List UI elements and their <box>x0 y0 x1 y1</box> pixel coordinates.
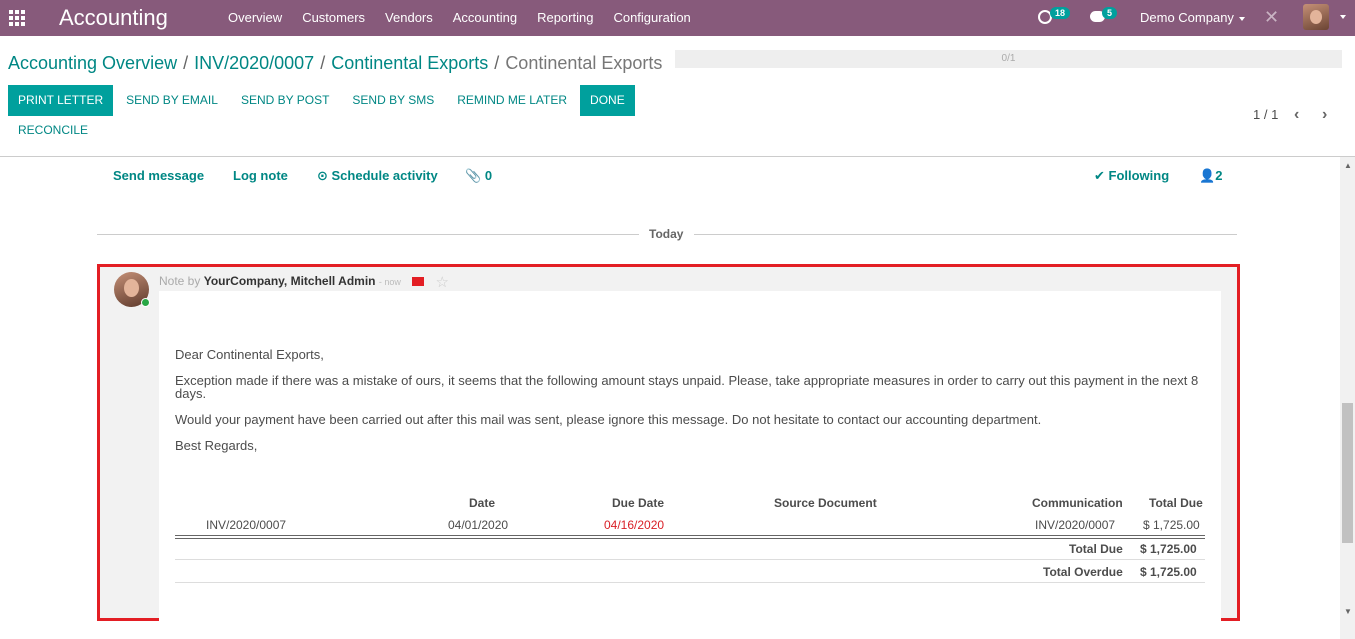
header-total-due: Total Due <box>1149 496 1203 510</box>
attachments-button[interactable]: 📎 0 <box>465 168 492 184</box>
activity-count-badge: 18 <box>1050 7 1071 19</box>
message-header: Note by YourCompany, Mitchell Admin - no… <box>159 273 449 291</box>
scroll-down-icon[interactable]: ▼ <box>1344 607 1352 616</box>
control-panel: Accounting Overview / INV/2020/0007/Contin… <box>0 36 1355 157</box>
cell-total-due: $ 1,725.00 <box>1143 518 1200 532</box>
paperclip-icon: 📎 <box>465 168 482 183</box>
message-body: Dear Continental Exports, Exception made… <box>159 291 1221 621</box>
chatter-topbar: Send message Log note ⊙ Schedule activit… <box>0 157 1340 195</box>
schedule-activity-button[interactable]: ⊙ Schedule activity <box>317 168 438 184</box>
breadcrumb: Accounting Overview / INV/2020/0007/Contin… <box>8 53 662 74</box>
send-by-email-button[interactable]: SEND BY EMAIL <box>116 85 228 116</box>
body-paragraph-2: Would your payment have been carried out… <box>175 412 1042 427</box>
company-name: Demo Company <box>1140 10 1234 25</box>
send-by-post-button[interactable]: SEND BY POST <box>231 85 339 116</box>
table-double-rule <box>175 535 1205 539</box>
date-separator-label: Today <box>649 227 684 241</box>
remind-me-later-button[interactable]: REMIND ME LATER <box>447 85 577 116</box>
breadcrumb-current: Continental Exports <box>505 53 663 73</box>
menu-item-overview[interactable]: Overview <box>228 10 282 25</box>
company-switcher[interactable]: Demo Company <box>1140 10 1245 25</box>
followers-count: 2 <box>1215 168 1223 183</box>
main-menu: Overview Customers Vendors Accounting Re… <box>228 10 711 25</box>
scrollbar-thumb[interactable] <box>1342 403 1353 543</box>
pager-previous-icon[interactable]: ‹ <box>1294 106 1299 124</box>
log-note-button[interactable]: Log note <box>233 168 288 183</box>
caret-down-icon <box>1238 16 1245 21</box>
total-due-value: $ 1,725.00 <box>1140 542 1197 556</box>
breadcrumb-separator: / <box>494 53 500 73</box>
print-letter-button[interactable]: PRINT LETTER <box>8 85 114 116</box>
table-rule <box>175 559 1205 560</box>
chatter: Send message Log note ⊙ Schedule activit… <box>0 157 1355 639</box>
scroll-up-icon[interactable]: ▲ <box>1344 161 1352 170</box>
header-communication: Communication <box>1032 496 1123 510</box>
breadcrumb-partner[interactable]: Continental Exports <box>331 53 488 73</box>
header-due-date: Due Date <box>612 496 665 510</box>
pager-value: 1 / 1 <box>1253 107 1279 122</box>
followup-progress-bar: 0/1 <box>675 50 1342 68</box>
total-overdue-label: Total Overdue <box>1043 565 1123 579</box>
total-overdue-value: $ 1,725.00 <box>1140 565 1197 579</box>
message-count-badge: 5 <box>1102 7 1118 19</box>
cell-due-date: 04/16/2020 <box>604 518 665 532</box>
message-type-prefix: Note by <box>159 274 201 288</box>
separator-line <box>97 234 639 235</box>
breadcrumb-separator: / <box>320 53 326 73</box>
breadcrumb-accounting-overview[interactable]: Accounting Overview <box>8 53 177 73</box>
closing-text: Best Regards, <box>175 438 258 453</box>
attachment-count: 0 <box>484 168 493 183</box>
reconcile-button[interactable]: RECONCILE <box>8 117 98 143</box>
cell-invoice: INV/2020/0007 <box>206 518 287 532</box>
menu-item-configuration[interactable]: Configuration <box>613 10 690 25</box>
menu-item-customers[interactable]: Customers <box>302 10 365 25</box>
cell-communication: INV/2020/0007 <box>1035 518 1116 532</box>
action-buttons: PRINT LETTER SEND BY EMAIL SEND BY POST … <box>8 85 635 116</box>
separator-line <box>694 234 1237 235</box>
cell-date: 04/01/2020 <box>448 518 509 532</box>
menu-item-vendors[interactable]: Vendors <box>385 10 433 25</box>
star-icon[interactable]: ☆ <box>436 274 449 291</box>
user-menu-caret-icon[interactable] <box>1340 15 1346 19</box>
breadcrumb-separator: / <box>183 53 189 73</box>
body-paragraph-1: Exception made if there was a mistake of… <box>175 373 1199 401</box>
app-brand[interactable]: Accounting <box>59 5 168 31</box>
menu-item-reporting[interactable]: Reporting <box>537 10 593 25</box>
header-source-document: Source Document <box>774 496 877 510</box>
followers-button[interactable]: 👤2 <box>1199 168 1222 184</box>
menu-item-accounting[interactable]: Accounting <box>453 10 517 25</box>
user-icon: 👤 <box>1199 168 1216 183</box>
send-message-button[interactable]: Send message <box>113 168 204 183</box>
greeting-text: Dear Continental Exports, <box>175 347 324 362</box>
total-due-label: Total Due <box>1069 542 1123 556</box>
done-button[interactable]: DONE <box>580 85 635 116</box>
pager-next-icon[interactable]: › <box>1322 106 1327 124</box>
send-by-sms-button[interactable]: SEND BY SMS <box>342 85 444 116</box>
date-separator: Today <box>97 227 1237 241</box>
table-rule <box>175 582 1205 583</box>
top-navbar: Accounting Overview Customers Vendors Ac… <box>0 0 1355 36</box>
header-date: Date <box>469 496 496 510</box>
message-author[interactable]: YourCompany, Mitchell Admin <box>204 274 376 288</box>
apps-menu-icon[interactable] <box>9 10 25 26</box>
chatter-scrollbar[interactable] <box>1340 157 1355 639</box>
message-time: - now <box>378 277 401 287</box>
breadcrumb-invoice[interactable]: INV/2020/0007 <box>194 53 314 73</box>
user-avatar[interactable] <box>1303 4 1329 30</box>
following-button[interactable]: ✔ Following <box>1094 168 1169 184</box>
message-highlight-box: Note by YourCompany, Mitchell Admin - no… <box>97 264 1240 621</box>
online-status-icon <box>141 298 150 307</box>
close-icon[interactable]: ✕ <box>1264 7 1279 28</box>
envelope-icon[interactable] <box>412 277 425 286</box>
